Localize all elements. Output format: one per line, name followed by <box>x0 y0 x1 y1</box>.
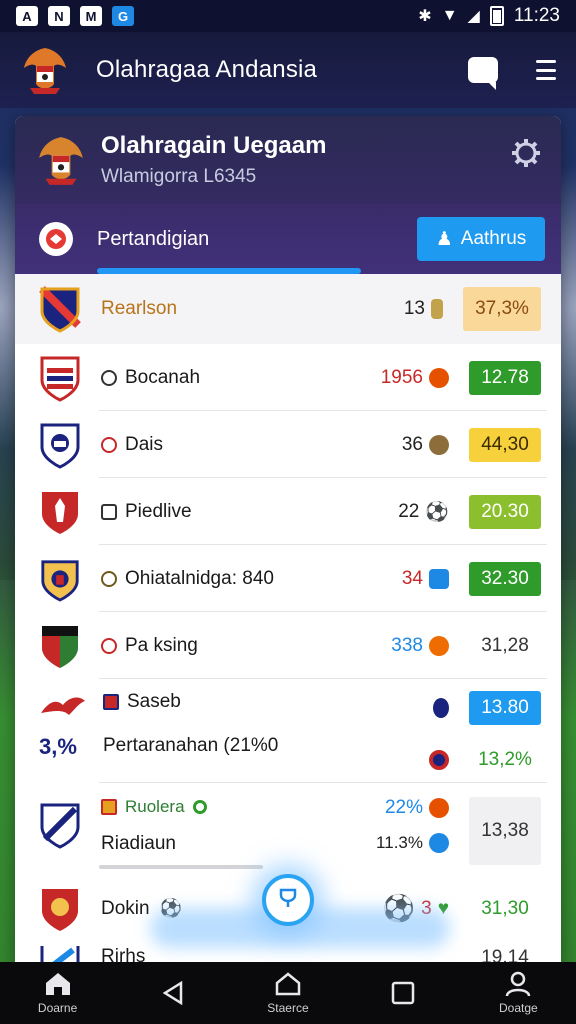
nav-back[interactable] <box>123 980 223 1006</box>
card-title: Olahragain Uegaam <box>101 132 327 159</box>
row-value: 37,3% <box>463 287 541 331</box>
status-app-icon: A <box>16 6 38 26</box>
row-count: 34 <box>402 568 449 590</box>
row-value: 13,2% <box>478 749 532 770</box>
shield-icon <box>433 698 449 718</box>
row-value: 12.78 <box>469 360 541 395</box>
row-count: 1956 <box>381 367 449 389</box>
list-item[interactable]: Ohiatalnidga: 840 34 32.30 <box>15 545 561 612</box>
row-value: 13,38 <box>469 797 541 865</box>
row-count: 22 ⚽ <box>398 500 449 523</box>
rank-label: 3,% <box>39 734 77 759</box>
team-name: Piedlive <box>101 501 192 523</box>
list-item[interactable]: Pa ksing 338 31,28 <box>15 612 561 679</box>
battery-icon <box>489 6 504 26</box>
status-app-icon: N <box>48 6 70 26</box>
menu-icon[interactable] <box>536 60 556 80</box>
garuda-logo-icon[interactable] <box>20 44 70 96</box>
team-name: Riadiaun <box>101 833 176 854</box>
team-crest-icon <box>39 622 81 670</box>
team-name: Dokin <box>101 897 150 919</box>
fab-button[interactable] <box>262 874 314 926</box>
bottom-nav: Doarne Staerce Doatge <box>0 962 576 1024</box>
list-item[interactable]: Rearlson 13 37,3% <box>15 274 561 344</box>
row-value: 31,28 <box>481 634 529 656</box>
team-name: Pa ksing <box>101 635 198 657</box>
status-time: 11:23 <box>513 5 560 26</box>
radio-icon <box>101 369 117 386</box>
row-value: 13.80 <box>469 691 541 725</box>
flag-icon <box>103 694 119 710</box>
nav-stats[interactable]: Staerce <box>238 971 338 1015</box>
square-icon <box>101 503 117 520</box>
house-outline-icon <box>275 972 301 996</box>
ball-icon <box>39 222 73 256</box>
nav-profile[interactable]: Doatge <box>468 971 568 1015</box>
row-count: 36 <box>402 434 449 456</box>
wifi-icon: ▼ <box>441 7 458 24</box>
status-app-icon: M <box>80 6 102 26</box>
main-card: Olahragain Uegaam Wlamigorra L6345 Perta… <box>15 116 561 966</box>
team-crest-icon <box>39 421 81 469</box>
signal-icon: ◢ <box>467 8 480 25</box>
trophy-icon <box>277 887 299 914</box>
chat-icon[interactable] <box>468 57 498 90</box>
home-icon <box>45 973 70 995</box>
app-bar: Olahragaa Andansia <box>0 32 576 108</box>
row-count: 22% <box>385 797 449 819</box>
action-button-label: Aathrus <box>460 228 527 249</box>
team-name: Saseb <box>103 691 278 713</box>
user-icon <box>506 971 531 997</box>
badge-icon <box>429 750 449 770</box>
team-name: Ruolera <box>101 797 207 817</box>
radio-icon <box>101 436 117 453</box>
team-crest-icon <box>39 285 81 333</box>
row-count: 11.3% <box>376 833 449 853</box>
status-app-icon: G <box>112 6 134 26</box>
team-crest-icon <box>39 555 81 603</box>
app-title: Olahragaa Andansia <box>96 56 318 83</box>
team-crest-icon <box>39 354 81 402</box>
dragon-logo-icon <box>39 691 87 724</box>
row-value: 44,30 <box>469 427 541 462</box>
nav-home[interactable]: Doarne <box>8 971 108 1015</box>
row-value: 20.30 <box>469 494 541 529</box>
row-count: 338 <box>391 635 449 657</box>
team-name: Dais <box>101 434 163 456</box>
person-icon: ♟ <box>435 228 453 250</box>
card-subtitle: Wlamigorra L6345 <box>101 166 257 187</box>
tab-matches[interactable]: Pertandigian <box>97 228 209 251</box>
square-icon <box>391 981 415 1005</box>
garuda-crest-icon <box>35 133 87 187</box>
list-item[interactable]: Ruolera Riadiaun 22% 11.3% 13,38 <box>15 783 561 875</box>
list-item[interactable]: Bocanah 1956 12.78 <box>15 344 561 411</box>
list-item[interactable]: Dais 36 44,30 <box>15 411 561 478</box>
gear-icon[interactable] <box>511 138 541 168</box>
row-value: 32.30 <box>469 561 541 596</box>
team-crest-icon <box>39 488 81 536</box>
radio-icon <box>101 570 117 587</box>
team-name: Bocanah <box>101 367 200 389</box>
ball-icon: ⚽ <box>425 501 449 523</box>
bluetooth-icon: ✱ <box>418 8 432 25</box>
nav-recents[interactable] <box>353 980 453 1006</box>
team-crest-icon <box>39 801 81 849</box>
row-count: 13 <box>404 298 443 320</box>
list-item[interactable]: 3,% Saseb Pertaranahan (21%0 13.80 13,2% <box>15 679 561 783</box>
team-name: Pertaranahan (21%0 <box>103 735 279 756</box>
card-header: Olahragain Uegaam Wlamigorra L6345 <box>15 116 561 204</box>
team-name: Ohiatalnidga: 840 <box>101 568 274 590</box>
list-item[interactable]: Piedlive 22 ⚽ 20.30 <box>15 478 561 545</box>
back-icon <box>162 980 183 1006</box>
action-button[interactable]: ♟ Aathrus <box>417 217 545 261</box>
tab-bar: Pertandigian ♟ Aathrus <box>15 204 561 274</box>
scroll-indicator <box>99 865 263 869</box>
team-name: Rearlson <box>101 298 178 319</box>
team-crest-icon <box>39 885 81 933</box>
status-bar: A N M G ✱ ▼ ◢ 11:23 <box>0 0 576 32</box>
flag-icon <box>101 799 117 815</box>
row-value: 31,30 <box>481 897 529 919</box>
radio-icon <box>101 637 117 654</box>
